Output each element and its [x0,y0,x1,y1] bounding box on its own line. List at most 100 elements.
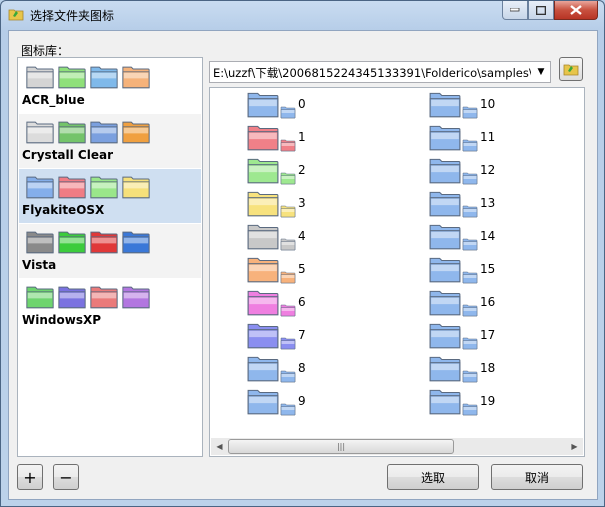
ok-button[interactable]: 选取 [387,464,479,490]
icon-cell[interactable]: 5 [246,254,326,286]
maximize-icon [536,5,546,15]
icon-label: 13 [480,196,496,210]
window-title: 选择文件夹图标 [30,9,115,23]
folder-icon [247,92,279,118]
close-button[interactable] [554,1,598,20]
icon-cell[interactable]: 8 [246,353,326,385]
close-icon [570,5,582,15]
library-list[interactable]: ACR_blue Crystall Clear FlyakiteOSX Vista Wi… [17,57,203,457]
folder-icon [58,176,86,199]
icon-label: 4 [298,229,306,243]
library-item[interactable]: Vista [19,224,201,278]
icon-cell[interactable]: 15 [428,254,508,286]
folder-small-icon [280,172,296,185]
folder-icon [26,231,54,254]
scroll-thumb[interactable]: ||| [228,439,454,454]
icon-cell[interactable]: 17 [428,320,508,352]
add-library-button[interactable]: + [17,464,43,490]
icon-grid[interactable]: 19 18 17 16 15 14 13 12 11 10 9 8 7 6 5 4 3 2 1 0 ◀ ||| ▶ [209,87,585,457]
folder-small-icon [280,271,296,284]
remove-library-button[interactable]: − [53,464,79,490]
icon-cell[interactable]: 12 [428,155,508,187]
library-preview [25,283,151,311]
library-item[interactable]: ACR_blue [19,59,201,113]
icon-label: 10 [480,97,496,111]
icon-cell[interactable]: 13 [428,188,508,220]
icon-label: 0 [298,97,306,111]
icon-cell[interactable]: 16 [428,287,508,319]
folder-small-icon [462,106,478,119]
folder-icon [122,231,150,254]
scroll-right-icon[interactable]: ▶ [566,438,583,455]
folder-icon [247,290,279,316]
folder-icon [90,176,118,199]
folder-icon [122,66,150,89]
folder-icon [26,121,54,144]
folder-small-icon [280,304,296,317]
folder-icon [58,286,86,309]
minimize-button[interactable] [502,1,528,20]
folder-icon [90,66,118,89]
icon-cell[interactable]: 2 [246,155,326,187]
folder-icon [247,389,279,415]
icon-cell[interactable]: 1 [246,122,326,154]
icon-label: 16 [480,295,496,309]
icon-cell[interactable]: 14 [428,221,508,253]
library-item[interactable]: FlyakiteOSX [19,169,201,223]
icon-label: 15 [480,262,496,276]
folder-icon [247,125,279,151]
folder-small-icon [462,370,478,383]
icon-cell[interactable]: 0 [246,89,326,121]
folder-small-icon [462,304,478,317]
cancel-button[interactable]: 取消 [491,464,583,490]
icon-label: 11 [480,130,496,144]
icon-label: 1 [298,130,306,144]
folder-icon [26,176,54,199]
icon-cell[interactable]: 6 [246,287,326,319]
title-bar[interactable]: 选择文件夹图标 [1,1,604,29]
scroll-left-icon[interactable]: ◀ [211,438,228,455]
folder-icon [247,323,279,349]
icon-cell[interactable]: 4 [246,221,326,253]
folder-icon [247,224,279,250]
library-preview [25,63,151,91]
folder-icon [8,7,24,21]
folder-icon [247,191,279,217]
path-combobox[interactable]: E:\uzzf\下载\2006815224345133391\Folderico… [209,61,551,83]
horizontal-scrollbar[interactable]: ◀ ||| ▶ [211,438,583,455]
icon-cell[interactable]: 3 [246,188,326,220]
folder-small-icon [462,337,478,350]
folder-icon [122,121,150,144]
browse-folder-button[interactable] [559,57,583,81]
dialog-body: 图标库： ACR_blue Crystall Clear FlyakiteOSX Vi… [8,30,598,500]
icon-cell[interactable]: 7 [246,320,326,352]
library-item[interactable]: Crystall Clear [19,114,201,168]
folder-icon [429,356,461,382]
icon-cell[interactable]: 9 [246,386,326,418]
folder-small-icon [280,370,296,383]
library-item-label: WindowsXP [22,313,102,327]
icon-label: 7 [298,328,306,342]
dropdown-arrow-icon[interactable]: ▼ [534,65,548,79]
icon-cell[interactable]: 10 [428,89,508,121]
folder-icon [90,121,118,144]
library-item[interactable]: WindowsXP [19,279,201,333]
library-item-label: ACR_blue [22,93,85,107]
folder-icon [429,125,461,151]
folder-icon [247,356,279,382]
icon-cell[interactable]: 11 [428,122,508,154]
icon-label: 2 [298,163,306,177]
folder-icon [247,257,279,283]
folder-icon [429,224,461,250]
folder-icon [122,176,150,199]
path-value: E:\uzzf\下载\2006815224345133391\Folderico… [213,66,531,80]
folder-small-icon [280,106,296,119]
icon-cell[interactable]: 19 [428,386,508,418]
folder-icon [58,66,86,89]
folder-icon [429,389,461,415]
icon-cell[interactable]: 18 [428,353,508,385]
library-preview [25,173,151,201]
library-preview [25,118,151,146]
icon-label: 3 [298,196,306,210]
maximize-button[interactable] [528,1,554,20]
